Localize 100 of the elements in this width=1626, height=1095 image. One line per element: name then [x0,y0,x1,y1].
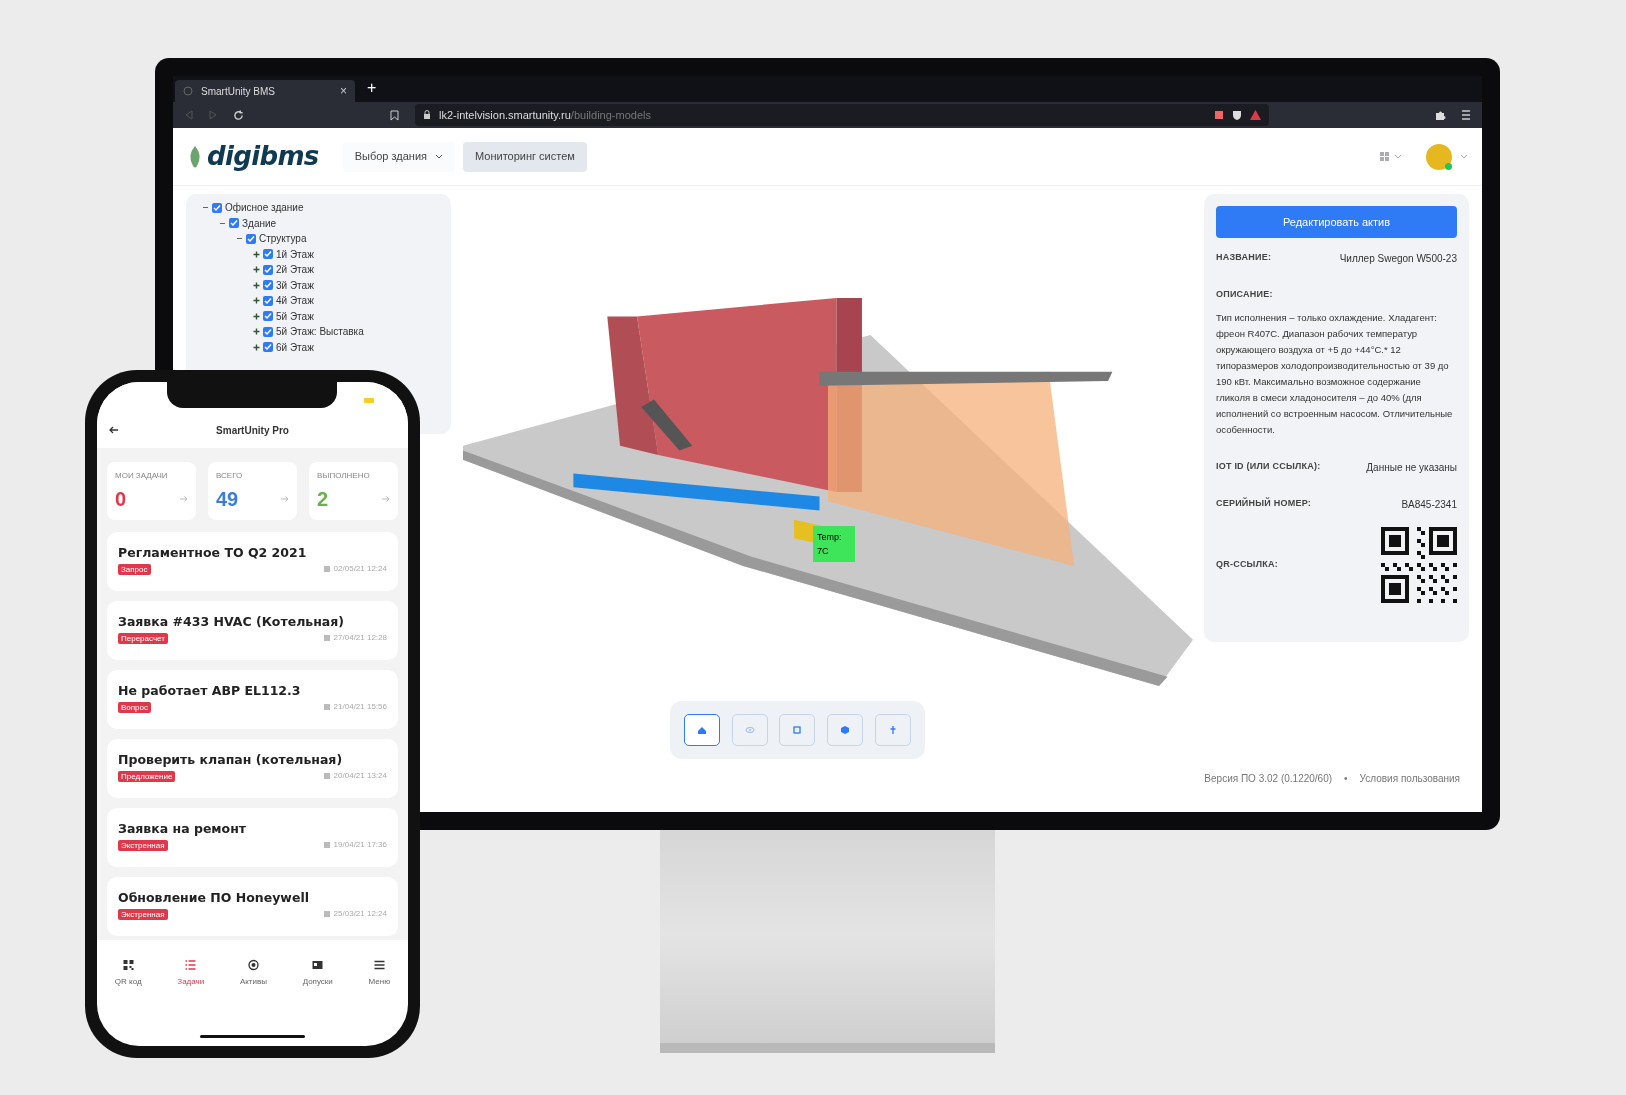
field-value: Чиллер Swegon W500-23 [1339,252,1457,266]
logo-text: digibms [207,140,319,173]
checkbox[interactable] [229,218,239,229]
url-text: lk2-intelvision.smartunity.ru/building-models [439,107,652,123]
tab-close-button[interactable]: × [340,82,347,100]
terms-link[interactable]: Условия пользования [1359,771,1460,786]
bookmark-icon[interactable] [390,109,399,121]
nav-tab[interactable]: Допуски [302,958,333,988]
arrow-right-icon [382,496,390,502]
tree-item-label[interactable]: Офисное здание [225,200,304,216]
task-card[interactable]: Заявка #433 HVAC (Котельная) Перерасчет 27/04/21 12:28 [107,601,398,660]
task-card[interactable]: Проверить клапан (котельная) Предложение 20/04/21 13:24 [107,739,398,798]
expand-icon[interactable] [253,312,260,320]
nav-tab[interactable]: Задачи [177,958,205,988]
tree-item-label[interactable]: 5й Этаж: Выставка [276,324,364,340]
browser-tab[interactable]: SmartUnity BMS × [175,80,355,102]
checkbox[interactable] [263,280,273,291]
stat-label: МОИ ЗАДАЧИ [115,470,169,482]
temperature-tooltip[interactable]: Temp: 7C [813,526,855,562]
view-tool-button[interactable] [683,714,720,746]
new-tab-button[interactable]: + [367,76,377,100]
field-label: ОПИСАНИЕ: [1216,288,1274,301]
checkbox[interactable] [263,264,273,275]
stat-value: 0 [115,487,127,512]
checkbox[interactable] [212,202,222,213]
stat-card[interactable]: МОИ ЗАДАЧИ 0 [107,462,196,520]
separator-dot: • [1344,772,1348,786]
expand-icon[interactable] [253,250,260,258]
version-text: Версия ПО 3.02 (0.1220/60) [1204,772,1333,786]
puzzle-icon[interactable] [1435,109,1446,121]
address-bar[interactable]: lk2-intelvision.smartunity.ru/building-models [415,104,1269,126]
tree-item-label[interactable]: 4й Этаж [276,293,314,309]
stat-label: ВЫПОЛНЕНО [317,470,371,482]
tree-item-label[interactable]: 1й Этаж [276,246,314,262]
checkbox[interactable] [263,326,273,337]
battery-icon [364,398,374,403]
menu-icon [372,958,386,971]
edit-asset-button[interactable]: Редактировать актив [1216,206,1457,238]
task-date: 20/04/21 13:24 [333,770,387,782]
checkbox[interactable] [246,233,256,244]
apps-grid-icon[interactable] [1380,151,1402,162]
calendar-icon [323,842,330,848]
stat-value: 49 [216,487,239,512]
expand-icon[interactable] [253,328,260,336]
expand-icon[interactable] [253,281,260,289]
calendar-icon [323,566,330,572]
nav-tab[interactable]: QR код [114,958,142,988]
tree-item-label[interactable]: 5й Этаж [276,308,314,324]
tab-title: SmartUnity BMS [201,84,276,99]
checkbox[interactable] [263,342,273,353]
task-card[interactable]: Регламентное ТО Q2 2021 Запрос 02/05/21 12:24 [107,532,398,591]
status-tag: Предложение [118,770,176,782]
back-arrow-icon[interactable] [109,426,119,434]
stat-card[interactable]: ВЫПОЛНЕНО 2 [309,462,398,520]
nav-tab[interactable]: Активы [239,958,267,988]
checkbox[interactable] [263,311,273,322]
nav-item[interactable]: Выбор здания [342,141,456,172]
task-card[interactable]: Обновление ПО Honeywell Экстренная 25/03/21 12:24 [107,877,398,936]
task-title: Регламентное ТО Q2 2021 [118,545,308,560]
field-label: СЕРИЙНЫЙ НОМЕР: [1216,496,1311,510]
chevron-down-icon [435,154,444,159]
expand-icon[interactable] [253,297,260,305]
chevron-down-icon[interactable] [1460,154,1468,159]
expand-icon[interactable] [253,343,260,351]
calendar-icon [323,911,330,917]
tree-item-label[interactable]: 2й Этаж [276,262,314,278]
task-card[interactable]: Заявка на ремонт Экстренная 19/04/21 17:36 [107,808,398,867]
expand-icon[interactable] [253,266,260,274]
reload-icon[interactable] [233,109,244,121]
task-date: 25/03/21 12:24 [333,908,387,920]
menu-icon[interactable] [1462,110,1470,120]
task-card[interactable]: Не работает АВР EL112.3 Вопрос 21/04/21 15:56 [107,670,398,729]
qr-icon [121,958,135,971]
eye-icon [743,724,756,736]
field-label: QR-ССЫЛКА: [1216,557,1278,571]
description-text: Тип исполнения – только охлаждение. Хладагент: фреон R407C. Диапазон рабочих температур окружающего воздуха от +5 до +44°C.* 12 типоразмеров холодопроизводительностью от 39 до 190 кВт. Максимально возможное содержание гликоля в смеси хладоносителя – до 40% (для исполнений со встроенным насосом. Отличительные особенности. [1216,310,1454,437]
cube-icon [839,724,852,736]
field-value: Данные не указаны [1366,460,1457,475]
tree-item-label[interactable]: Здание [242,215,277,231]
tree-item-label[interactable]: 6й Этаж [276,339,314,355]
status-tag: Экстренная [118,839,168,851]
tree-item-label[interactable]: Структура [259,231,307,247]
stat-card[interactable]: ВСЕГО 49 [208,462,297,520]
triangle-icon[interactable] [1250,110,1261,120]
status-tag: Запрос [118,563,151,575]
calendar-icon [323,773,330,779]
task-date: 02/05/21 12:24 [333,563,387,575]
nav-item[interactable]: Мониторинг систем [463,141,587,172]
shield-icon[interactable] [1232,109,1242,121]
arrow-right-icon [180,496,188,502]
nav-tab[interactable]: Меню [368,958,391,988]
task-title: Не работает АВР EL112.3 [118,683,302,698]
checkbox[interactable] [263,249,273,260]
task-date: 27/04/21 12:28 [333,632,387,644]
task-date: 19/04/21 17:36 [333,839,387,851]
user-avatar[interactable] [1426,143,1452,170]
globe-icon [183,86,193,96]
checkbox[interactable] [263,295,273,306]
tasks-icon [184,958,198,971]
tree-item-label[interactable]: 3й Этаж [276,277,314,293]
